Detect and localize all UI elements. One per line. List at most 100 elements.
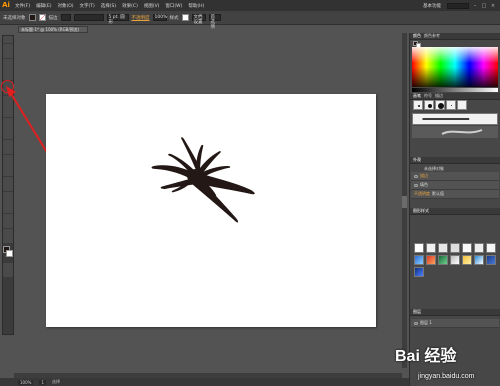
eyedropper-tool-icon[interactable] <box>3 184 13 192</box>
tab-layers[interactable]: 图层 <box>413 309 421 315</box>
menu-edit[interactable]: 编辑(E) <box>33 3 54 9</box>
appearance-opacity-row[interactable]: 不透明度 默认值 <box>411 190 499 199</box>
grayscale-ramp[interactable] <box>412 88 498 92</box>
layer-row[interactable]: 图层 1 <box>411 319 499 328</box>
brush-stroke-artwork[interactable] <box>46 94 376 327</box>
preferences-button[interactable]: 首选项 <box>208 14 221 30</box>
current-tool-status: 选择 <box>51 379 60 384</box>
lasso-tool-icon[interactable] <box>3 58 13 66</box>
appearance-stroke-row[interactable]: 描边 <box>411 172 499 181</box>
perspective-grid-tool-icon[interactable] <box>3 162 13 170</box>
style-label: 样式 <box>169 15 179 21</box>
stroke-color-swatch[interactable] <box>6 249 13 257</box>
brush-preset-small[interactable] <box>413 100 423 110</box>
zoom-tool-icon[interactable] <box>3 235 13 243</box>
brush-preset-tiny[interactable] <box>446 100 456 110</box>
menu-type[interactable]: 文字(T) <box>77 3 98 9</box>
visibility-eye-icon[interactable] <box>414 321 418 325</box>
brush-size-field[interactable]: 5 pt. 圆形 <box>106 14 129 25</box>
menu-help[interactable]: 帮助(H) <box>185 3 207 9</box>
tab-symbols[interactable]: 符号 <box>424 93 432 99</box>
brush-panel-tabs: 画笔 符号 描边 <box>410 93 500 100</box>
menu-file[interactable]: 文件(F) <box>12 3 33 9</box>
artboard-tool-icon[interactable] <box>3 213 13 221</box>
graphic-style-swatch[interactable] <box>414 267 424 277</box>
drawing-mode-icon[interactable] <box>3 262 13 270</box>
graphic-style-swatch[interactable] <box>486 243 496 253</box>
visibility-eye-icon[interactable] <box>414 183 418 187</box>
column-graph-tool-icon[interactable] <box>3 206 13 214</box>
graphic-style-swatch[interactable] <box>462 255 472 265</box>
graphic-style-swatch[interactable] <box>426 255 436 265</box>
brush-preset-large[interactable] <box>435 100 445 110</box>
appearance-stroke-label: 描边 <box>420 173 428 178</box>
brush-preset-empty[interactable] <box>457 100 467 110</box>
menu-object[interactable]: 对象(O) <box>54 3 76 9</box>
minimize-icon[interactable]: – <box>472 3 478 9</box>
control-bar: 未选择对象 描边 5 pt. 圆形 不透明度 100% 样式 文档设置 首选项 <box>0 11 500 30</box>
visibility-eye-icon[interactable] <box>414 174 418 178</box>
document-tab[interactable]: 未标题-1* @ 100% (RGB/预览) <box>18 26 88 33</box>
screen-mode-icon[interactable] <box>3 270 13 278</box>
graphic-style-swatch[interactable] <box>426 243 436 253</box>
brush-stroke-preview[interactable] <box>412 113 498 125</box>
appearance-opacity-value: 默认值 <box>432 191 444 196</box>
graphic-style-swatch[interactable] <box>474 243 484 253</box>
symbol-sprayer-tool-icon[interactable] <box>3 198 13 206</box>
tab-color[interactable]: 颜色 <box>413 33 421 39</box>
tab-stroke[interactable]: 描边 <box>435 93 443 99</box>
selection-tool-icon[interactable] <box>3 36 13 44</box>
maximize-icon[interactable]: □ <box>481 3 487 9</box>
graphic-style-swatch[interactable] <box>462 243 472 253</box>
hand-tool-icon[interactable] <box>3 228 13 236</box>
appearance-fill-row[interactable]: 填色 <box>411 181 499 190</box>
graphic-style-swatch[interactable] <box>450 255 460 265</box>
pen-tool-icon[interactable] <box>3 65 13 73</box>
brush-preset-medium[interactable] <box>424 100 434 110</box>
tab-appearance[interactable]: 外观 <box>413 157 421 163</box>
graphic-style-swatch[interactable] <box>450 243 460 253</box>
mesh-tool-icon[interactable] <box>3 169 13 177</box>
tab-brushes[interactable]: 画笔 <box>413 93 421 99</box>
style-swatch[interactable] <box>181 14 189 21</box>
opacity-link[interactable]: 不透明度 <box>132 15 150 21</box>
app-logo: Ai <box>2 1 10 9</box>
tab-color-guide[interactable]: 颜色参考 <box>424 33 440 39</box>
search-input[interactable] <box>447 2 469 9</box>
stroke-label: 描边 <box>48 15 58 21</box>
vertical-scroll-thumb[interactable] <box>402 196 407 208</box>
calligraphic-brush-preview[interactable] <box>412 126 498 138</box>
magic-wand-tool-icon[interactable] <box>3 51 13 59</box>
fill-stroke-swatches[interactable] <box>3 245 13 260</box>
gradient-tool-icon[interactable] <box>3 176 13 184</box>
doc-setup-button[interactable]: 文档设置 <box>191 14 206 25</box>
menu-effect[interactable]: 效果(C) <box>119 3 141 9</box>
workspace-switcher[interactable]: 基本功能 <box>420 3 444 9</box>
zoom-field[interactable]: 100% <box>18 379 34 385</box>
layer-name: 图层 1 <box>420 320 432 325</box>
color-panel-tabs: 颜色 颜色参考 <box>410 33 500 40</box>
close-icon[interactable]: × <box>490 3 496 9</box>
variable-width-field[interactable] <box>73 14 104 21</box>
graphic-style-swatch[interactable] <box>438 243 448 253</box>
stroke-weight-field[interactable] <box>60 14 71 21</box>
fill-swatch[interactable] <box>28 14 36 21</box>
opacity-field[interactable]: 100% <box>152 14 167 21</box>
graphic-style-swatch[interactable] <box>438 255 448 265</box>
artboard[interactable] <box>46 94 376 327</box>
graphic-style-swatch[interactable] <box>486 255 496 265</box>
graphic-style-swatch[interactable] <box>474 255 484 265</box>
direct-selection-tool-icon[interactable] <box>3 43 13 51</box>
blend-tool-icon[interactable] <box>3 191 13 199</box>
graphic-style-swatch[interactable] <box>414 243 424 253</box>
graphic-style-swatch[interactable] <box>414 255 424 265</box>
slice-tool-icon[interactable] <box>3 221 13 229</box>
menu-select[interactable]: 选择(S) <box>98 3 119 9</box>
artboard-nav-field[interactable]: 1 <box>39 379 46 385</box>
menu-view[interactable]: 视图(V) <box>141 3 163 9</box>
appearance-opacity-label: 不透明度 <box>414 191 430 196</box>
tab-graphic-styles[interactable]: 图形样式 <box>413 208 429 214</box>
stroke-swatch[interactable] <box>38 14 46 21</box>
color-spectrum[interactable] <box>412 47 498 87</box>
menu-window[interactable]: 窗口(W) <box>162 3 185 9</box>
